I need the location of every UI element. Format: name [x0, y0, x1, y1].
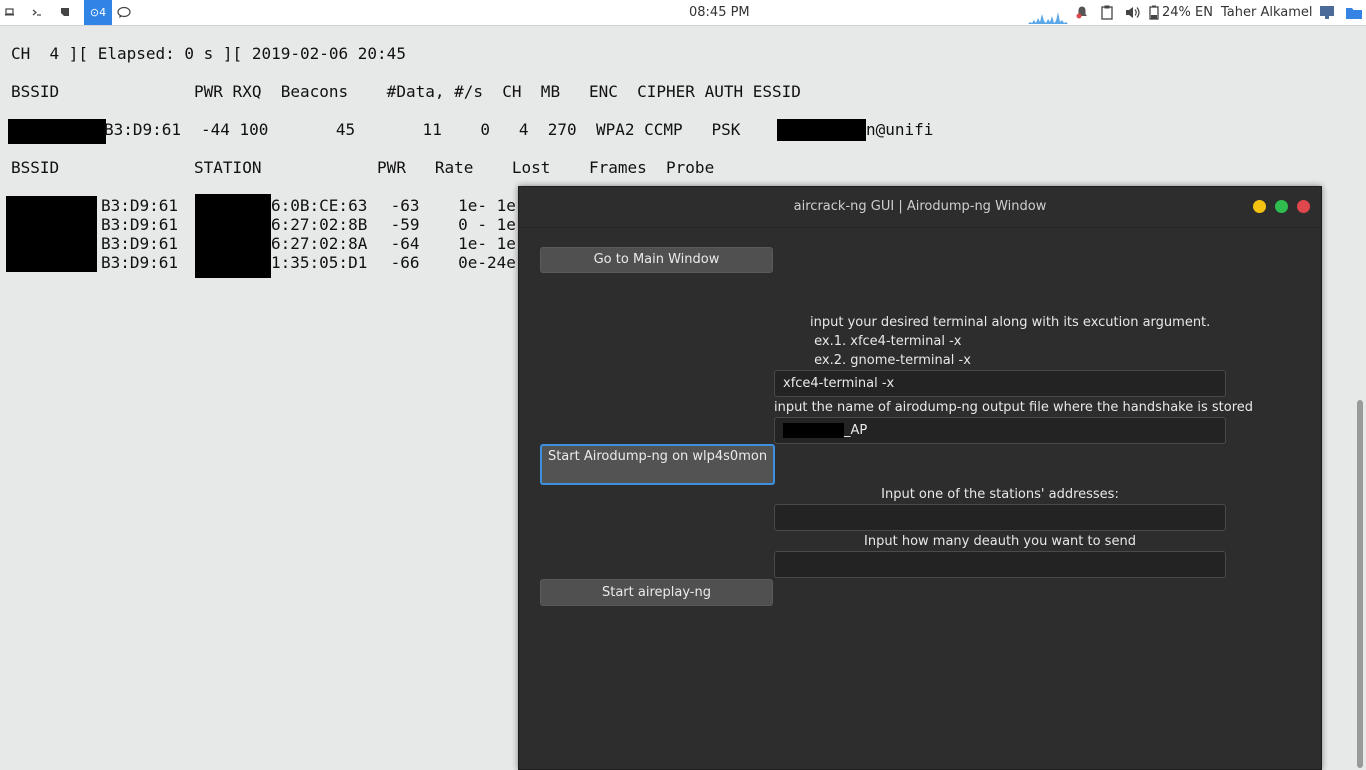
- station-row-bssid: B3:D9:61: [101, 234, 179, 253]
- start-aireplay-button[interactable]: Start aireplay-ng: [540, 579, 773, 606]
- app-menu-icon[interactable]: [4, 0, 16, 25]
- close-button[interactable]: [1297, 200, 1310, 213]
- redacted-station-mac-block: [195, 194, 271, 278]
- station-row-mac: 6:0B:CE:63: [271, 196, 368, 215]
- notification-bell-icon[interactable]: [1074, 0, 1090, 25]
- redacted-essid-block: [777, 119, 866, 141]
- display-icon[interactable]: [1319, 0, 1335, 25]
- terminal-scrollbar-thumb[interactable]: [1357, 400, 1363, 768]
- station-row-values: -63 1e- 1e: [381, 196, 516, 215]
- station-row-mac: 6:27:02:8B: [271, 215, 368, 234]
- station-row-values: -66 0e-24e: [381, 253, 516, 272]
- terminal-prompt-line-3: ex.2. gnome-terminal -x: [810, 353, 971, 368]
- window-titlebar[interactable]: aircrack-ng GUI | Airodump-ng Window: [519, 187, 1321, 228]
- station-row-values: -64 1e- 1e: [381, 234, 516, 253]
- battery-icon[interactable]: [1148, 0, 1160, 25]
- minimize-button[interactable]: [1253, 200, 1266, 213]
- workspace-icon: ⊙: [89, 6, 100, 19]
- folder-icon[interactable]: [1345, 0, 1363, 25]
- terminal-command-input[interactable]: xfce4-terminal -x: [774, 370, 1226, 397]
- redacted-filename-block: [783, 423, 844, 438]
- volume-icon[interactable]: [1124, 0, 1142, 25]
- file-manager-icon[interactable]: [58, 0, 72, 25]
- go-to-main-window-button[interactable]: Go to Main Window: [540, 247, 773, 273]
- ap-row-bssid: B3:D9:61: [104, 120, 182, 139]
- output-file-input[interactable]: _AP: [774, 417, 1226, 444]
- redacted-bssid-block: [8, 119, 106, 144]
- user-menu[interactable]: Taher Alkamel: [1221, 0, 1313, 25]
- station-address-label: Input one of the stations' addresses:: [881, 487, 1119, 502]
- clock[interactable]: 08:45 PM: [689, 0, 750, 25]
- airodump-status-line: CH 4 ][ Elapsed: 0 s ][ 2019-02-06 20:45: [11, 44, 406, 63]
- ap-row-values: -44 100 45 11 0 4 270 WPA2 CCMP PSK: [201, 120, 741, 139]
- output-file-value: _AP: [844, 423, 868, 438]
- station-row-bssid: B3:D9:61: [101, 215, 179, 234]
- window-title: aircrack-ng GUI | Airodump-ng Window: [793, 199, 1047, 214]
- maximize-button[interactable]: [1275, 200, 1288, 213]
- output-file-label: input the name of airodump-ng output fil…: [774, 400, 1254, 415]
- clipboard-icon[interactable]: [1100, 0, 1114, 25]
- battery-percentage[interactable]: 24%: [1162, 0, 1191, 25]
- station-row-mac: 1:35:05:D1: [271, 253, 368, 272]
- deauth-count-input[interactable]: [774, 551, 1226, 578]
- chat-icon[interactable]: [116, 0, 132, 25]
- station-row-mac: 6:27:02:8A: [271, 234, 368, 253]
- station-row-values: -59 0 - 1e: [381, 215, 516, 234]
- redacted-station-bssid-block: [6, 196, 97, 272]
- deauth-count-label: Input how many deauth you want to send: [864, 534, 1136, 549]
- airodump-window: aircrack-ng GUI | Airodump-ng Window Go …: [518, 186, 1322, 770]
- terminal-launcher-icon[interactable]: [30, 0, 44, 25]
- network-graph-icon: [1028, 0, 1068, 25]
- ap-table-header: BSSID PWR RXQ Beacons #Data, #/s CH MB E…: [11, 82, 801, 101]
- workspace-indicator[interactable]: ⊙4: [84, 0, 112, 25]
- station-table-header: BSSID STATION PWR Rate Lost Frames Probe: [11, 158, 715, 177]
- station-address-input[interactable]: [774, 504, 1226, 531]
- station-row-bssid: B3:D9:61: [101, 253, 179, 272]
- start-airodump-button[interactable]: Start Airodump-ng on wlp4s0mon: [540, 444, 775, 485]
- top-panel: ⊙4 08:45 PM 24% EN Taher Alkamel: [0, 0, 1366, 26]
- keyboard-layout[interactable]: EN: [1195, 0, 1213, 25]
- station-row-bssid: B3:D9:61: [101, 196, 179, 215]
- workspace-number: 4: [99, 6, 107, 19]
- terminal-prompt-line-1: input your desired terminal along with i…: [810, 315, 1211, 330]
- terminal-prompt-line-2: ex.1. xfce4-terminal -x: [810, 334, 962, 349]
- ap-row-essid: n@unifi: [866, 120, 934, 139]
